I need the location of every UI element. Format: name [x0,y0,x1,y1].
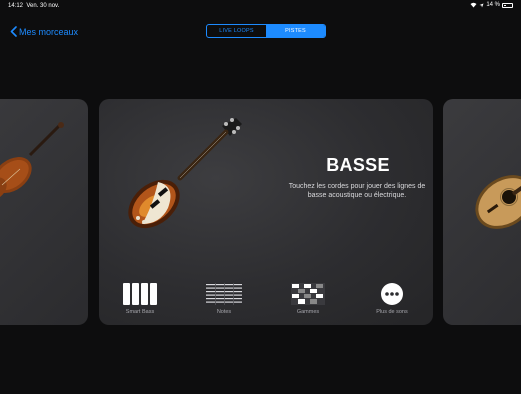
status-indicators: 14 % [470,2,513,8]
option-label: Notes [216,309,232,315]
battery-icon [502,2,513,8]
violin-image [0,122,64,201]
instrument-card-strings[interactable] [0,99,88,325]
status-time: 14:12 [8,3,24,9]
instrument-title: BASSE [326,155,390,175]
bass-guitar-image [128,118,242,229]
status-time-date: 14:12 Ven. 30 nov. [8,3,59,9]
chevron-left-icon [10,26,17,37]
notes-grid-icon [206,283,242,305]
option-label: Smart Bass [125,309,155,315]
location-icon [479,3,484,7]
status-date: Ven. 30 nov. [26,3,60,9]
instrument-description: Touchez les cordes pour jouer des lignes… [256,182,458,200]
piano-keys-icon [123,283,157,305]
option-label: Gammes [296,309,320,315]
description-line-1: Touchez les cordes pour jouer des lignes… [288,183,426,190]
wifi-icon [470,2,477,8]
segment-pistes[interactable]: PISTES [266,25,325,37]
more-dots-icon [381,283,403,305]
acoustic-guitar-image [475,175,521,229]
back-label: Mes morceaux [19,26,79,37]
scales-grid-icon [291,283,325,305]
battery-percent: 14 % [486,2,500,8]
segment-live-loops[interactable]: LIVE LOOPS [207,25,266,37]
instrument-card-guitar[interactable] [443,99,521,325]
status-bar: 14:12 Ven. 30 nov. 14 % [0,0,521,12]
option-label: Plus de sons [376,309,408,315]
back-button[interactable]: Mes morceaux [10,26,78,37]
description-line-2: basse acoustique ou électrique. [307,192,407,199]
view-segmented-control[interactable]: LIVE LOOPS PISTES [206,24,326,38]
